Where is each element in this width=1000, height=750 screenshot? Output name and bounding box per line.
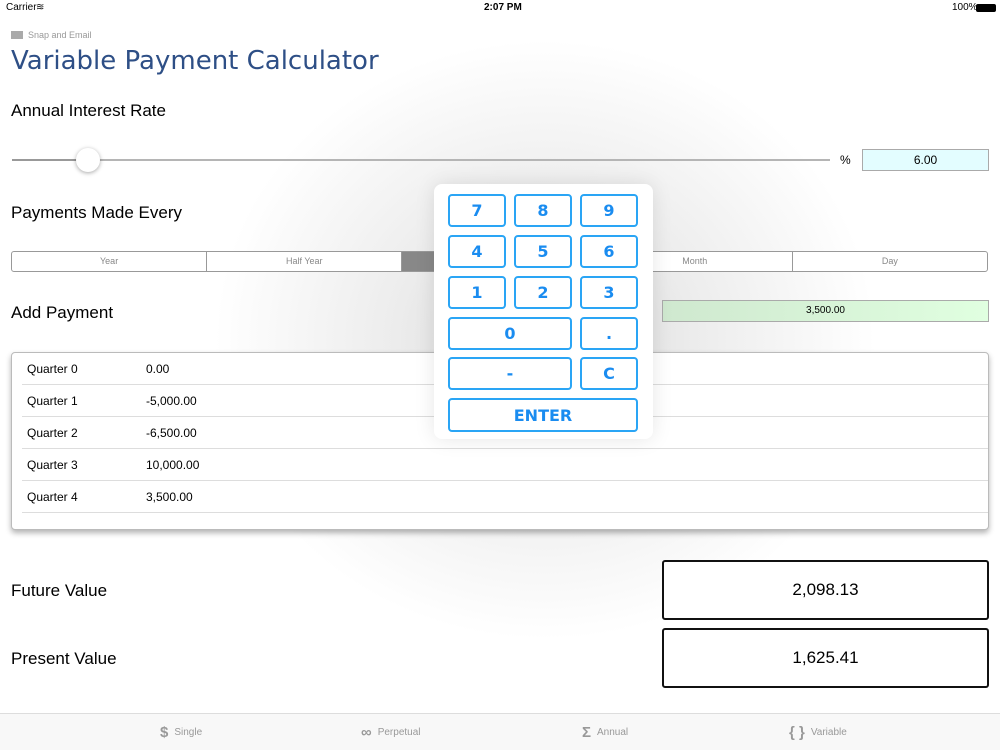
present-value-output: 1,625.41 — [662, 628, 989, 688]
add-payment-label: Add Payment — [11, 303, 114, 322]
amount: -6,500.00 — [146, 425, 197, 440]
key-2[interactable]: 2 — [514, 276, 572, 309]
tab-label: Single — [174, 727, 203, 738]
dollar-icon: $ — [160, 724, 169, 741]
amount: 3,500.00 — [146, 489, 193, 504]
period: Quarter 2 — [27, 425, 78, 440]
key-7[interactable]: 7 — [448, 194, 506, 227]
tab-variable[interactable]: { } Variable — [789, 724, 847, 741]
add-payment-input[interactable]: 3,500.00 — [662, 300, 989, 322]
amount: -5,000.00 — [146, 393, 197, 408]
segment-half-year[interactable]: Half Year — [207, 252, 403, 271]
tab-perpetual[interactable]: ∞ Perpetual — [361, 724, 421, 741]
interest-input[interactable]: 6.00 — [862, 149, 989, 171]
braces-icon: { } — [789, 724, 805, 741]
future-value-output: 2,098.13 — [662, 560, 989, 620]
keypad-popover: 7 8 9 4 5 6 1 2 3 0 . - C ENTER — [434, 184, 653, 439]
segment-day[interactable]: Day — [793, 252, 987, 271]
key-0[interactable]: 0 — [448, 317, 572, 350]
tab-bar: $ Single ∞ Perpetual Σ Annual { } Variable — [0, 713, 1000, 750]
percent-unit: % — [840, 153, 851, 167]
key-4[interactable]: 4 — [448, 235, 506, 268]
key-5[interactable]: 5 — [514, 235, 572, 268]
key-decimal[interactable]: . — [580, 317, 638, 350]
table-row[interactable]: Quarter 3 10,000.00 — [22, 449, 988, 481]
present-value-label: Present Value — [11, 649, 117, 668]
tab-label: Variable — [810, 727, 847, 738]
segment-year[interactable]: Year — [12, 252, 208, 271]
snap-email-label: Snap and Email — [28, 30, 92, 40]
key-9[interactable]: 9 — [580, 194, 638, 227]
infinity-icon: ∞ — [361, 724, 372, 741]
key-3[interactable]: 3 — [580, 276, 638, 309]
period: Quarter 0 — [27, 361, 78, 376]
key-1[interactable]: 1 — [448, 276, 506, 309]
battery-icon — [976, 4, 996, 12]
tab-single[interactable]: $ Single — [160, 724, 202, 741]
amount: 0.00 — [146, 361, 170, 376]
mail-icon — [11, 31, 23, 39]
tab-label: Annual — [597, 727, 629, 738]
period: Quarter 1 — [27, 393, 78, 408]
tab-label: Perpetual — [377, 727, 421, 738]
key-minus[interactable]: - — [448, 357, 572, 390]
wifi-icon: ≋ — [36, 2, 45, 13]
interest-label: Annual Interest Rate — [11, 101, 166, 120]
future-value-label: Future Value — [11, 581, 108, 600]
key-6[interactable]: 6 — [580, 235, 638, 268]
amount: 10,000.00 — [146, 457, 200, 472]
period: Quarter 3 — [27, 457, 78, 472]
page-title: Variable Payment Calculator — [11, 46, 379, 76]
slider-thumb[interactable] — [76, 148, 100, 172]
clock: 2:07 PM — [484, 2, 522, 13]
enter-button[interactable]: ENTER — [448, 398, 638, 432]
tab-annual[interactable]: Σ Annual — [582, 724, 628, 741]
sigma-icon: Σ — [582, 724, 592, 741]
interest-slider[interactable] — [12, 159, 830, 161]
carrier: Carrier — [6, 2, 37, 13]
snap-email-button[interactable]: Snap and Email — [11, 30, 92, 40]
frequency-label: Payments Made Every — [11, 203, 183, 222]
period: Quarter 4 — [27, 489, 78, 504]
key-8[interactable]: 8 — [514, 194, 572, 227]
key-clear[interactable]: C — [580, 357, 638, 390]
battery-percent: 100% — [952, 2, 978, 13]
table-row[interactable]: Quarter 4 3,500.00 — [22, 481, 988, 513]
